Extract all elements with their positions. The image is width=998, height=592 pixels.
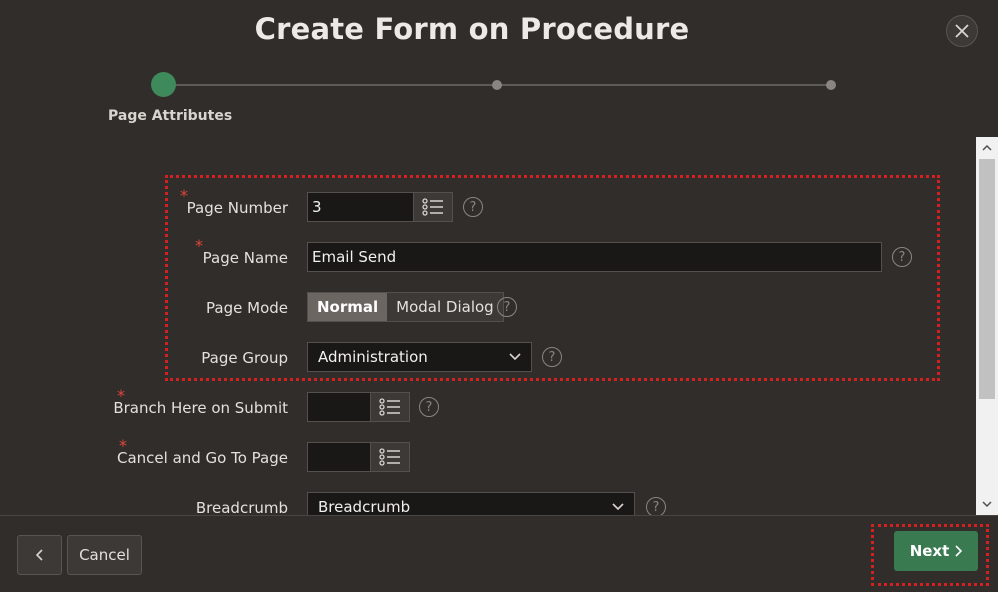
help-icon[interactable]: ? <box>646 497 666 515</box>
scroll-down-arrow[interactable] <box>976 495 998 513</box>
page-group-value: Administration <box>318 348 428 366</box>
page-mode-label: Page Mode <box>206 299 288 317</box>
dialog-title: Create Form on Procedure <box>254 12 690 46</box>
page-number-row: * Page Number 3 ? <box>0 186 976 224</box>
help-icon[interactable]: ? <box>497 297 517 317</box>
page-name-label: Page Name <box>202 249 288 267</box>
page-group-row: Page Group Administration ? <box>0 342 976 374</box>
cancel-goto-lov-button[interactable] <box>370 442 410 472</box>
chevron-right-icon <box>955 545 963 557</box>
breadcrumb-label: Breadcrumb <box>195 499 288 515</box>
scroll-up-arrow[interactable] <box>976 139 998 157</box>
form-scrollbar[interactable] <box>976 137 998 515</box>
wizard-step-3 <box>826 80 836 90</box>
page-number-label: Page Number <box>186 199 288 217</box>
page-mode-toggle: Normal Modal Dialog <box>307 292 504 322</box>
page-number-input[interactable]: 3 <box>307 192 414 222</box>
cancel-goto-input[interactable] <box>307 442 372 472</box>
help-icon[interactable]: ? <box>892 247 912 267</box>
list-icon <box>422 198 443 216</box>
wizard-step-current <box>151 72 176 97</box>
wizard-step-label: Page Attributes <box>108 108 233 124</box>
breadcrumb-row: Breadcrumb Breadcrumb ? <box>0 492 976 515</box>
cancel-goto-row: * Cancel and Go To Page <box>0 436 976 474</box>
chevron-down-icon <box>612 503 624 511</box>
branch-here-row: * Branch Here on Submit ? <box>0 386 976 424</box>
list-icon <box>379 398 400 416</box>
close-icon <box>955 24 969 38</box>
help-icon[interactable]: ? <box>463 197 483 217</box>
next-button[interactable]: Next <box>894 531 978 571</box>
form-region: * Page Number 3 ? * Page Name Email Send… <box>0 137 976 515</box>
wizard-step-2 <box>492 80 502 90</box>
scroll-thumb[interactable] <box>979 159 995 399</box>
branch-here-label: Branch Here on Submit <box>113 399 288 417</box>
page-number-lov-button[interactable] <box>413 192 453 222</box>
page-name-row: * Page Name Email Send ? <box>0 236 976 274</box>
page-group-select[interactable]: Administration <box>307 342 532 372</box>
close-button[interactable] <box>946 15 978 47</box>
page-mode-normal[interactable]: Normal <box>308 293 388 321</box>
highlight-annotation: Next <box>871 524 989 586</box>
breadcrumb-value: Breadcrumb <box>318 498 411 515</box>
page-group-label: Page Group <box>201 349 288 367</box>
breadcrumb-select[interactable]: Breadcrumb <box>307 492 635 515</box>
help-icon[interactable]: ? <box>419 397 439 417</box>
list-icon <box>379 448 400 466</box>
page-name-input[interactable]: Email Send <box>307 242 882 272</box>
next-button-label: Next <box>909 542 950 560</box>
dialog-footer: Cancel Next <box>0 515 998 592</box>
help-icon[interactable]: ? <box>542 347 562 367</box>
chevron-down-icon <box>982 501 992 507</box>
page-mode-modal-dialog[interactable]: Modal Dialog <box>387 293 503 321</box>
cancel-goto-label: Cancel and Go To Page <box>116 449 288 467</box>
chevron-down-icon <box>509 353 521 361</box>
cancel-button[interactable]: Cancel <box>67 535 142 575</box>
chevron-up-icon <box>982 145 992 151</box>
branch-here-input[interactable] <box>307 392 372 422</box>
branch-here-lov-button[interactable] <box>370 392 410 422</box>
previous-button[interactable] <box>17 535 62 575</box>
page-mode-row: Page Mode Normal Modal Dialog ? <box>0 292 976 324</box>
chevron-left-icon <box>35 549 43 561</box>
